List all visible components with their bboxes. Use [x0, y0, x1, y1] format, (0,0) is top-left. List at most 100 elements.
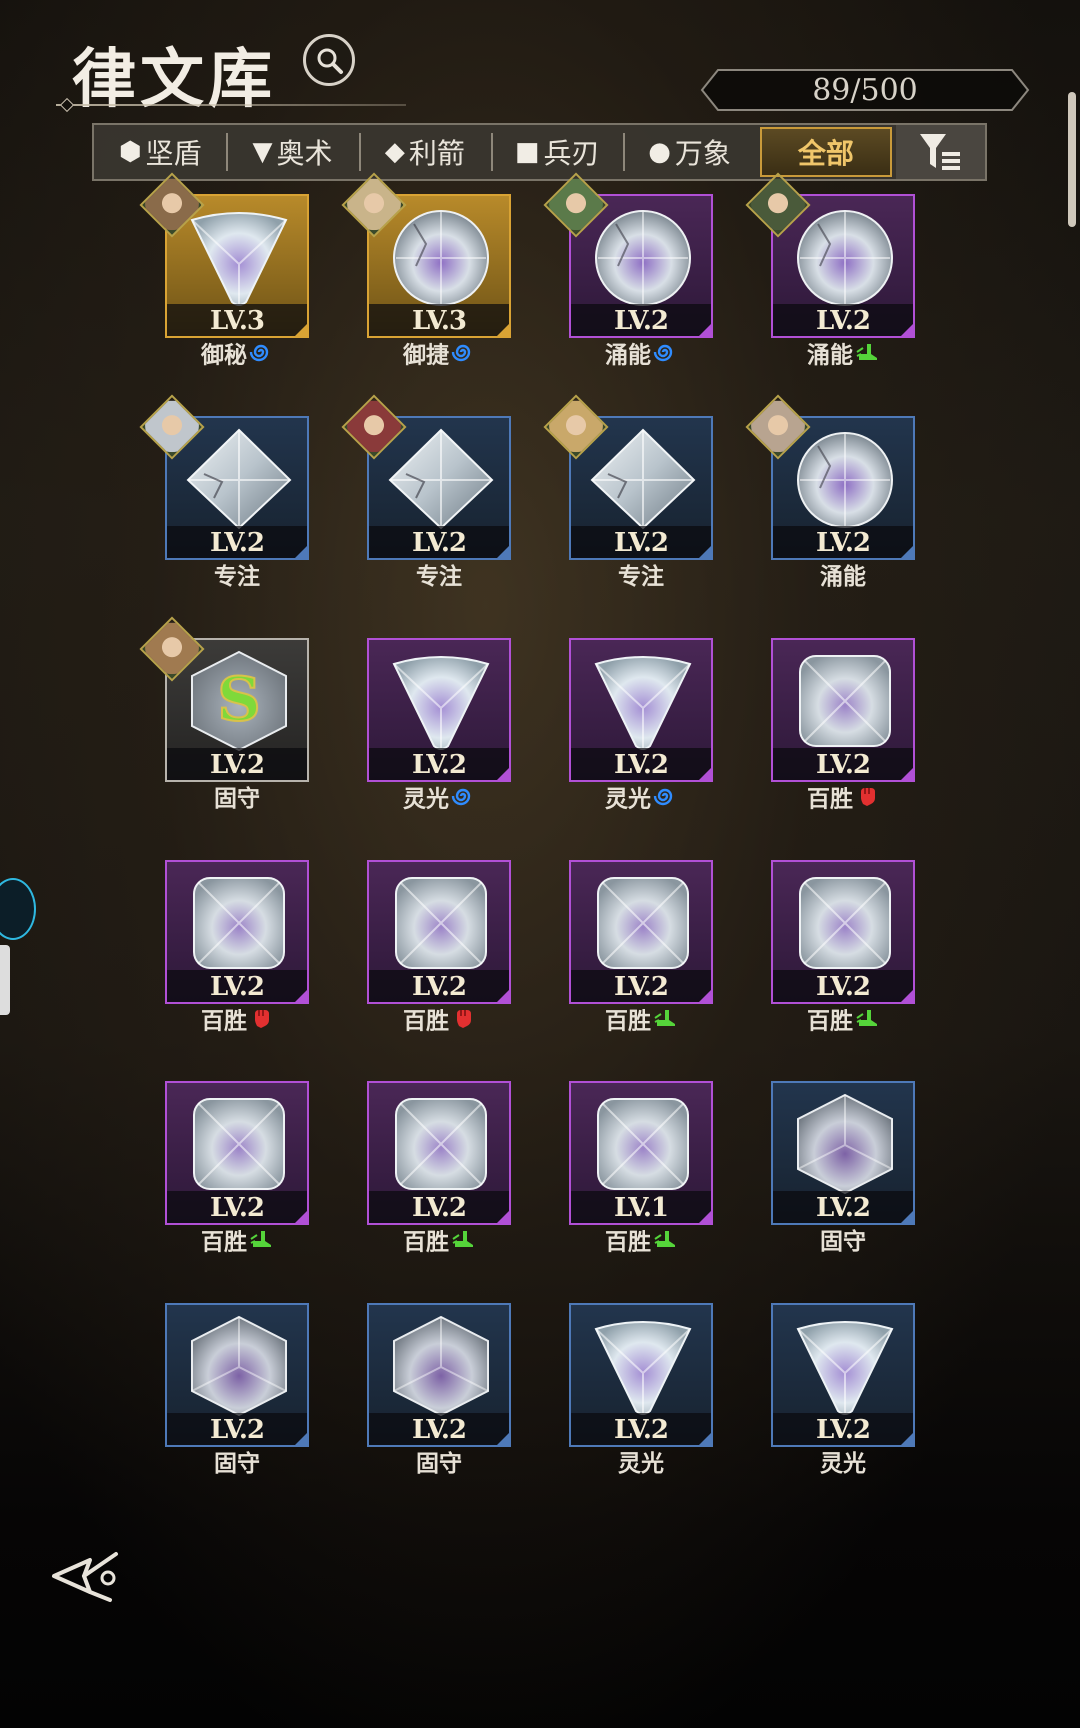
rune-card[interactable]: LV.2 [367, 860, 511, 1004]
triangle-gem-icon [386, 648, 496, 756]
filter-sort-button[interactable] [896, 125, 985, 179]
rune-name: 百胜 [807, 1008, 853, 1035]
rune-name-row: 百胜 [771, 1006, 915, 1038]
rune-level: LV.2 [773, 748, 913, 780]
rune-level: LV.2 [773, 1413, 913, 1445]
title-underline [56, 104, 406, 106]
rune-card[interactable]: LV.2 [367, 1081, 511, 1225]
rune-level: LV.2 [571, 304, 711, 336]
triangle-gem-icon [588, 648, 698, 756]
rune-level: LV.2 [167, 748, 307, 780]
card-corner [497, 990, 509, 1002]
swirl-icon [653, 340, 677, 372]
tab-arrow[interactable]: ◆ 利箭 [358, 125, 491, 179]
tab-universal[interactable]: ● 万象 [623, 125, 755, 179]
rune-name-row: 固守 [771, 1227, 915, 1257]
rune-level: LV.2 [773, 526, 913, 558]
hexagon-icon: ⬢ [118, 137, 142, 167]
rune-card[interactable]: LV.2 [771, 1303, 915, 1447]
rune-name: 百胜 [403, 1229, 449, 1256]
rune-name-row: 百胜 [771, 784, 915, 816]
inventory-count-text: 89/500 [812, 73, 918, 108]
round-gem-icon [790, 204, 900, 312]
hexagon-gem-icon [184, 1313, 294, 1421]
rune-name: 灵光 [403, 786, 449, 813]
rune-card[interactable]: LV.2 [569, 638, 713, 782]
swirl-icon [653, 784, 677, 816]
rune-name-row: 御捷 [367, 340, 511, 372]
tab-arcane[interactable]: ▼ 奥术 [226, 125, 358, 179]
rune-card[interactable]: LV.2 [367, 638, 511, 782]
rune-level: LV.2 [369, 748, 509, 780]
diamond-gem-icon [184, 426, 294, 534]
rune-card[interactable]: LV.2 [165, 1303, 309, 1447]
rune-level: LV.2 [369, 1191, 509, 1223]
rune-level: LV.1 [571, 1191, 711, 1223]
rune-card[interactable]: LV.2 [569, 1303, 713, 1447]
card-corner [901, 1433, 913, 1445]
square-gem-icon [386, 870, 496, 978]
back-button[interactable] [50, 1548, 122, 1608]
rune-card[interactable]: LV.2 [367, 1303, 511, 1447]
search-button[interactable] [303, 34, 355, 86]
rune-level: LV.3 [167, 304, 307, 336]
fist-icon [855, 784, 879, 816]
hexagon-gem-icon [790, 1091, 900, 1199]
rune-card[interactable]: LV.2 [771, 638, 915, 782]
card-corner [295, 324, 307, 336]
card-corner [901, 324, 913, 336]
rune-card[interactable]: LV.1 [569, 1081, 713, 1225]
rune-level: LV.2 [369, 526, 509, 558]
svg-text:S: S [217, 665, 260, 735]
card-corner [901, 768, 913, 780]
rune-name-row: 灵光 [771, 1449, 915, 1479]
rune-name: 固守 [820, 1229, 866, 1255]
side-tab-handle[interactable] [0, 945, 10, 1015]
filter-icon [919, 134, 960, 170]
tab-all[interactable]: 全部 [759, 127, 893, 177]
rune-level: LV.2 [773, 304, 913, 336]
rune-name: 涌能 [605, 342, 651, 369]
card-corner [901, 1211, 913, 1223]
inventory-counter: 89/500 [700, 68, 1030, 112]
rune-name: 灵光 [820, 1451, 866, 1477]
tab-shield[interactable]: ⬢ 坚盾 [94, 125, 226, 179]
rune-card[interactable]: LV.2 [165, 1081, 309, 1225]
square-icon: ■ [514, 137, 540, 167]
rune-level: LV.2 [167, 526, 307, 558]
rune-card[interactable]: LV.2 [771, 860, 915, 1004]
side-event-badge[interactable] [0, 878, 36, 940]
rune-name-row: 百胜 [165, 1227, 309, 1259]
rune-name: 涌能 [807, 342, 853, 369]
rune-name-row: 专注 [569, 562, 713, 592]
page-title: 律文库 [72, 42, 276, 117]
swirl-icon [249, 340, 273, 372]
rune-name: 固守 [416, 1451, 462, 1477]
round-gem-icon [588, 204, 698, 312]
boot-icon [855, 340, 879, 372]
rune-level: LV.2 [773, 970, 913, 1002]
rune-name: 百胜 [201, 1008, 247, 1035]
card-corner [295, 1433, 307, 1445]
square-gem-icon [588, 870, 698, 978]
scrollbar-thumb[interactable] [1068, 92, 1076, 227]
diamond-gem-icon [386, 426, 496, 534]
rune-name: 固守 [214, 786, 260, 812]
swirl-icon [451, 784, 475, 816]
tab-blade[interactable]: ■ 兵刃 [491, 125, 623, 179]
card-corner [699, 990, 711, 1002]
triangle-gem-icon [588, 1313, 698, 1421]
card-corner [699, 768, 711, 780]
rune-card[interactable]: LV.2 [569, 860, 713, 1004]
diamond-icon: ◆ [384, 137, 405, 167]
card-corner [699, 546, 711, 558]
rune-name: 涌能 [820, 564, 866, 590]
rune-level: LV.3 [369, 304, 509, 336]
rune-card[interactable]: LV.2 [771, 1081, 915, 1225]
rune-name: 专注 [214, 564, 260, 590]
rune-card[interactable]: LV.2 [165, 860, 309, 1004]
card-corner [497, 324, 509, 336]
rune-name-row: 灵光 [569, 784, 713, 816]
boot-icon [653, 1006, 677, 1038]
rune-name-row: 灵光 [569, 1449, 713, 1479]
